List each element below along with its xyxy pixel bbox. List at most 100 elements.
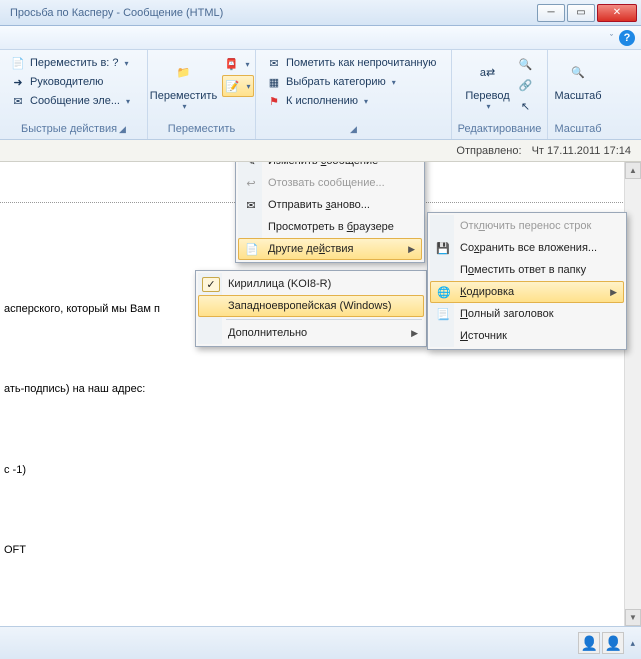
find-button[interactable]: 🔍	[516, 54, 536, 74]
forward-icon: ➜	[10, 74, 26, 90]
encoding-menu: ✓ Кириллица (KOI8-R) Западноевропейская …	[195, 270, 427, 347]
other-actions-icon: 📄	[243, 243, 261, 256]
actions-icon: 📝	[225, 78, 241, 94]
scroll-up-button[interactable]: ▲	[625, 162, 641, 179]
related-icon: 🔗	[518, 77, 534, 93]
menu-item-resend[interactable]: ✉ Отправить заново...	[238, 194, 422, 216]
group-label: Быстрые действия ◢	[6, 121, 141, 137]
group-label: ◢	[262, 121, 445, 137]
sent-value: Чт 17.11.2011 17:14	[532, 145, 631, 157]
people-pane-toggle-icon[interactable]: ▴	[630, 638, 635, 649]
menu-item-recall: ↩ Отозвать сообщение...	[238, 172, 422, 194]
recall-icon: ↩	[242, 177, 260, 190]
quick-action-team-email[interactable]: ✉ Сообщение эле... ▾	[6, 92, 141, 110]
quick-action-to-manager[interactable]: ➜ Руководителю	[6, 73, 141, 91]
group-zoom: 🔍 Масштаб Масштаб	[548, 50, 608, 139]
other-actions-menu: Отключить перенос строк 💾 Сохранить все …	[427, 212, 627, 350]
quick-action-label: Сообщение эле...	[30, 95, 120, 107]
people-pane-avatar[interactable]: 👤	[578, 632, 600, 654]
group-editing: a⇄ Перевод ▾ 🔍 🔗 ↖ Редактирование	[452, 50, 548, 139]
group-quick-actions: 📄 Переместить в: ? ▾ ➜ Руководителю ✉ Со…	[0, 50, 148, 139]
quick-action-label: Руководителю	[30, 76, 103, 88]
menu-item-western[interactable]: Западноевропейская (Windows)	[198, 295, 424, 317]
group-tags: ✉ Пометить как непрочитанную ▦ Выбрать к…	[256, 50, 452, 139]
dialog-launcher-icon[interactable]: ◢	[350, 124, 357, 135]
info-bar: Отправлено: Чт 17.11.2011 17:14	[0, 140, 641, 162]
menu-item-disable-wrap: Отключить перенос строк	[430, 215, 624, 237]
category-icon: ▦	[266, 74, 282, 90]
menu-item-edit-message[interactable]: ✎ Изменить сообщение	[238, 162, 422, 172]
window-buttons: ─ ▭ ✕	[535, 4, 637, 22]
submenu-arrow-icon: ▶	[610, 287, 617, 298]
window-title: Просьба по Касперу - Сообщение (HTML)	[4, 7, 535, 19]
group-move: 📁 Переместить ▾ 📮▾ 📝▾ Переместить	[148, 50, 256, 139]
group-label: Масштаб	[554, 121, 602, 137]
menu-item-put-reply[interactable]: Поместить ответ в папку	[430, 259, 624, 281]
ribbon-toggle-icon[interactable]: ˇ	[610, 33, 613, 43]
zoom-button[interactable]: 🔍 Масштаб	[553, 54, 603, 104]
chevron-down-icon: ▾	[125, 59, 129, 68]
chevron-down-icon: ▾	[182, 102, 186, 111]
close-button[interactable]: ✕	[597, 4, 637, 22]
envelope-icon: ✉	[266, 55, 282, 71]
group-label: Переместить	[154, 121, 249, 137]
maximize-button[interactable]: ▭	[567, 4, 595, 22]
menu-item-cyrillic[interactable]: ✓ Кириллица (KOI8-R)	[198, 273, 424, 295]
menu-item-other-actions[interactable]: 📄 Другие действия ▶	[238, 238, 422, 260]
save-attachments-icon: 💾	[434, 242, 452, 255]
pointer-icon: ↖	[518, 98, 534, 114]
followup-button[interactable]: ⚑ К исполнению ▾	[262, 92, 445, 110]
mark-unread-button[interactable]: ✉ Пометить как непрочитанную	[262, 54, 445, 72]
rules-icon: 📮	[224, 56, 240, 72]
menu-item-source[interactable]: Источник	[430, 325, 624, 347]
find-icon: 🔍	[518, 56, 534, 72]
quick-action-move-to[interactable]: 📄 Переместить в: ? ▾	[6, 54, 141, 72]
chevron-down-icon: ▾	[392, 78, 396, 87]
flag-icon: ⚑	[266, 93, 282, 109]
label: К исполнению	[286, 95, 358, 107]
check-icon: ✓	[202, 277, 220, 292]
translate-button[interactable]: a⇄ Перевод ▾	[464, 54, 512, 113]
move-to-icon: 📄	[10, 55, 26, 71]
submenu-arrow-icon: ▶	[408, 244, 415, 255]
submenu-arrow-icon: ▶	[411, 328, 418, 339]
resend-icon: ✉	[242, 199, 260, 212]
message-body-area: асперского, который мы Вам п ать-подпись…	[0, 162, 641, 626]
rules-button[interactable]: 📮▾	[222, 54, 254, 74]
sent-label: Отправлено:	[456, 145, 521, 157]
minimize-button[interactable]: ─	[537, 4, 565, 22]
quick-access-bar: ˇ ?	[0, 26, 641, 50]
move-button[interactable]: 📁 Переместить ▾	[150, 54, 218, 113]
dialog-launcher-icon[interactable]: ◢	[119, 124, 126, 135]
menu-item-full-header[interactable]: 📃 Полный заголовок	[430, 303, 624, 325]
status-bar: 👤 👤 ▴	[0, 626, 641, 659]
menu-item-encoding[interactable]: 🌐 Кодировка ▶	[430, 281, 624, 303]
menu-item-more-encodings[interactable]: Дополнительно ▶	[198, 322, 424, 344]
scroll-down-button[interactable]: ▼	[625, 609, 641, 626]
edit-icon: ✎	[242, 162, 260, 168]
help-icon[interactable]: ?	[619, 30, 635, 46]
chevron-down-icon: ▾	[486, 102, 490, 111]
categorize-button[interactable]: ▦ Выбрать категорию ▾	[262, 73, 445, 91]
title-bar: Просьба по Касперу - Сообщение (HTML) ─ …	[0, 0, 641, 26]
menu-item-view-browser[interactable]: Просмотреть в браузере	[238, 216, 422, 238]
encoding-icon: 🌐	[435, 286, 453, 299]
translate-icon: a⇄	[472, 56, 504, 88]
label: Выбрать категорию	[286, 76, 386, 88]
chevron-down-icon: ▾	[364, 97, 368, 106]
zoom-icon: 🔍	[562, 56, 594, 88]
group-label: Редактирование	[458, 121, 541, 137]
actions-dropdown-button[interactable]: 📝▾	[222, 75, 254, 97]
quick-action-label: Переместить в: ?	[30, 57, 119, 69]
actions-menu: ✎ Изменить сообщение ↩ Отозвать сообщени…	[235, 162, 425, 263]
related-button[interactable]: 🔗	[516, 75, 536, 95]
label: Пометить как непрочитанную	[286, 57, 436, 69]
email-icon: ✉	[10, 93, 26, 109]
menu-item-save-attachments[interactable]: 💾 Сохранить все вложения...	[430, 237, 624, 259]
header-icon: 📃	[434, 308, 452, 321]
people-pane-avatar[interactable]: 👤	[602, 632, 624, 654]
chevron-down-icon: ▾	[126, 97, 130, 106]
select-button[interactable]: ↖	[516, 96, 536, 116]
folder-icon: 📁	[168, 56, 200, 88]
ribbon: 📄 Переместить в: ? ▾ ➜ Руководителю ✉ Со…	[0, 50, 641, 140]
